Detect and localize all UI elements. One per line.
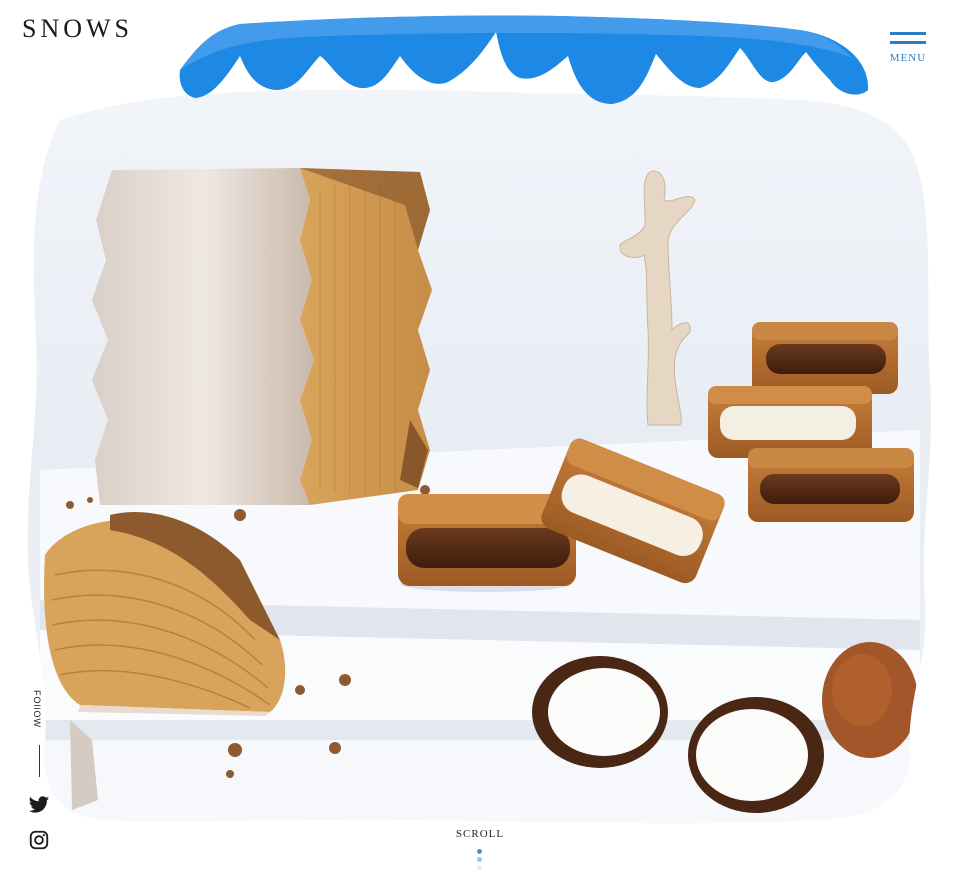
scroll-indicator-label[interactable]: SCROLL	[450, 828, 510, 840]
scroll-indicator-dots	[477, 849, 483, 873]
brand-logo[interactable]: SNOWS	[22, 14, 133, 44]
follow-label: FOllOW	[32, 690, 42, 728]
menu-label: MENU	[889, 52, 927, 64]
hamburger-icon	[890, 32, 926, 44]
hero-illustration	[27, 15, 932, 824]
menu-button[interactable]: MENU	[884, 28, 932, 68]
hero-visual	[0, 0, 960, 880]
follow-block: FOllOW	[28, 690, 48, 730]
instagram-link[interactable]	[28, 829, 50, 851]
follow-divider	[39, 745, 40, 777]
instagram-icon	[29, 830, 49, 850]
twitter-link[interactable]	[28, 794, 50, 816]
twitter-icon	[28, 796, 50, 813]
